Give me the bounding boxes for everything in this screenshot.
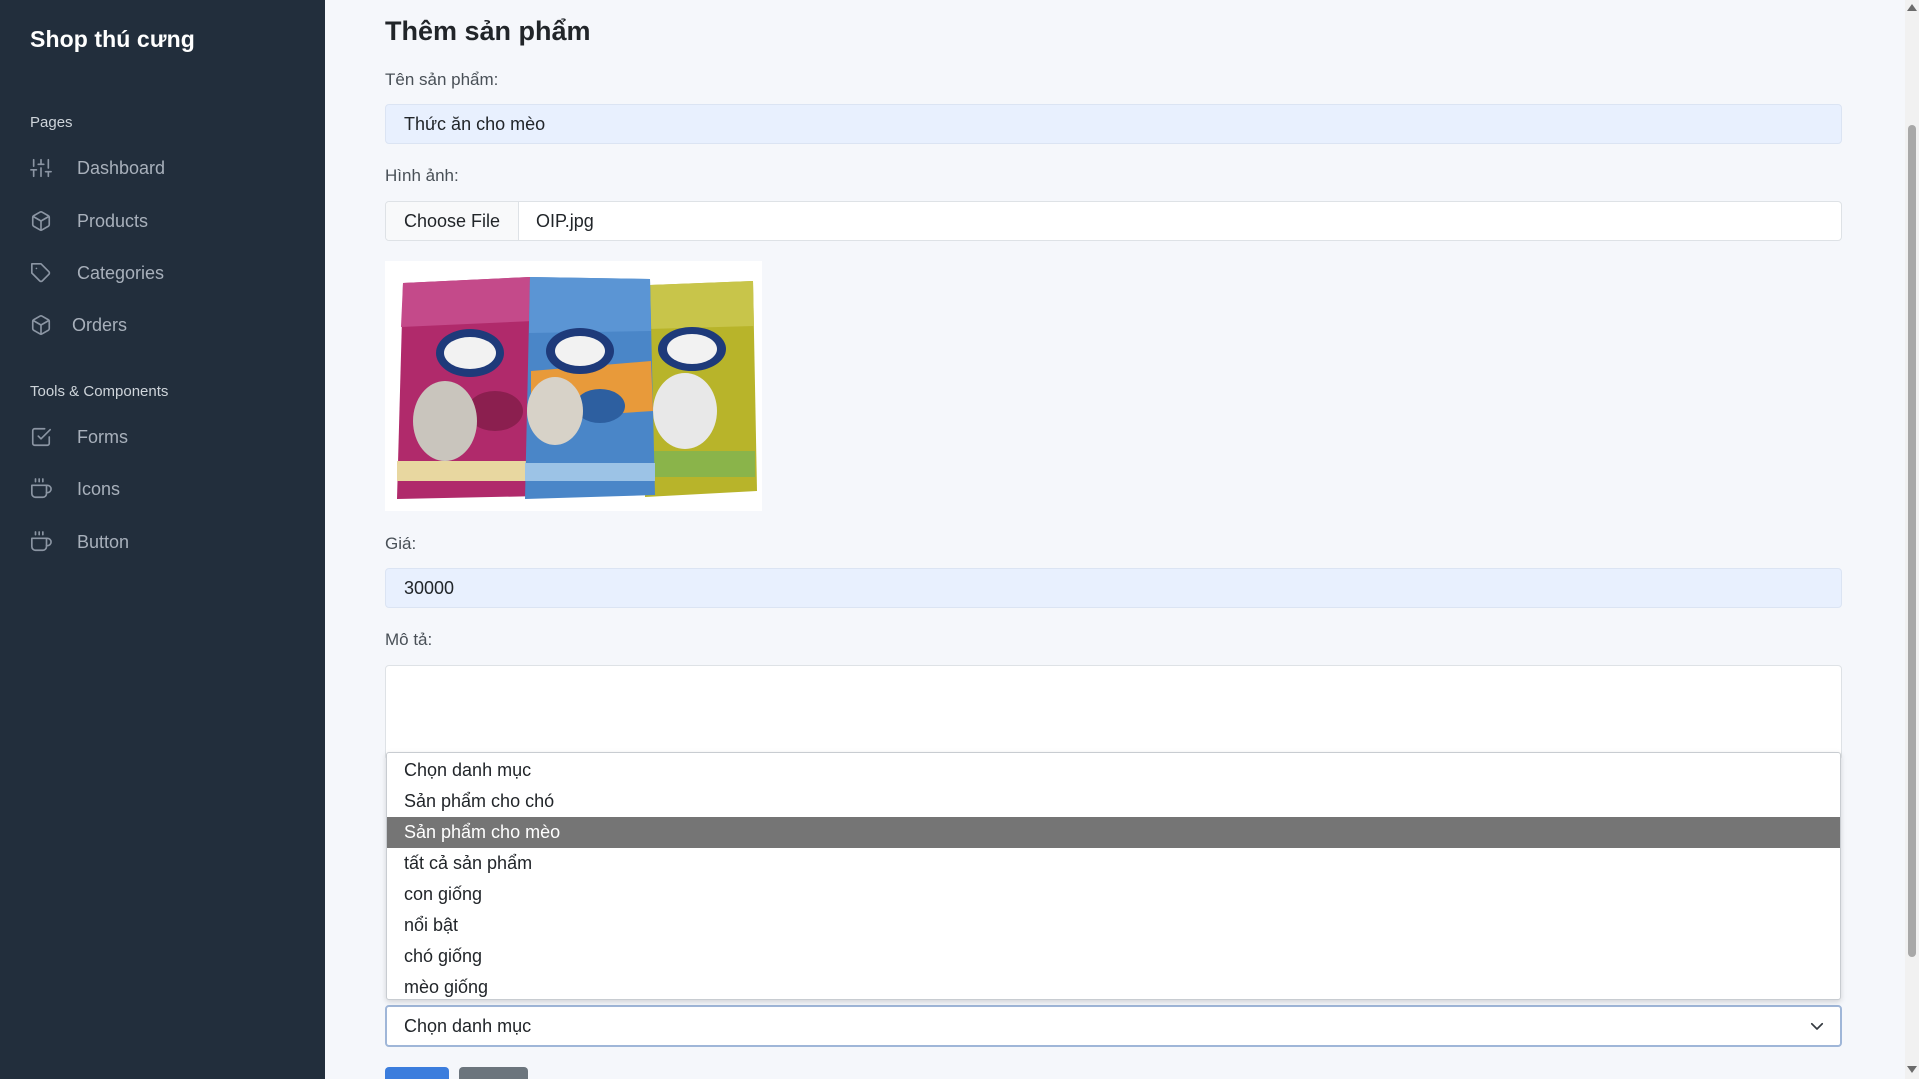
scroll-thumb[interactable]	[1908, 125, 1916, 957]
category-select[interactable]: Chọn danh mục	[385, 1005, 1842, 1047]
sidebar-item-label: Products	[77, 210, 149, 231]
price-label: Giá:	[385, 534, 417, 553]
category-option[interactable]: nổi bật	[387, 910, 1840, 941]
sidebar-item-categories[interactable]: Categories	[30, 253, 310, 293]
page-scrollbar[interactable]	[1905, 0, 1919, 1079]
sidebar-item-dashboard[interactable]: Dashboard	[30, 148, 310, 188]
category-option[interactable]: con giống	[387, 879, 1840, 910]
sliders-icon	[30, 156, 62, 180]
main-content: Thêm sản phẩm Tên sản phẩm: Thức ăn cho …	[325, 0, 1905, 1079]
description-textarea[interactable]	[385, 665, 1842, 760]
coffee-icon	[30, 477, 62, 501]
page-title: Thêm sản phẩm	[385, 16, 591, 46]
submit-button[interactable]	[385, 1067, 449, 1079]
sidebar-item-forms[interactable]: Forms	[30, 417, 310, 457]
brand-title[interactable]: Shop thú cưng	[30, 26, 195, 53]
product-image-preview	[385, 261, 762, 511]
category-option[interactable]: Sản phẩm cho chó	[387, 786, 1840, 817]
price-input[interactable]: 30000	[385, 568, 1842, 608]
sidebar-item-orders[interactable]: Orders	[30, 305, 310, 345]
sidebar-section-pages: Pages	[30, 114, 73, 131]
sidebar-item-label: Dashboard	[77, 157, 166, 178]
category-dropdown-list[interactable]: Chọn danh mục Sản phẩm cho chó Sản phẩm …	[386, 752, 1841, 1000]
package-icon	[30, 209, 62, 233]
choose-file-button[interactable]: Choose File	[386, 202, 520, 240]
category-option[interactable]: mèo giống	[387, 972, 1840, 1003]
product-name-input[interactable]: Thức ăn cho mèo	[385, 104, 1842, 144]
check-square-icon	[30, 425, 62, 449]
product-name-label: Tên sản phẩm:	[385, 70, 499, 89]
category-option[interactable]: chó giống	[387, 941, 1840, 972]
category-select-value: Chọn danh mục	[404, 1015, 532, 1036]
sidebar-item-label: Orders	[72, 314, 128, 335]
category-option[interactable]: Chọn danh mục	[387, 755, 1840, 786]
cat-food-bags-image	[385, 261, 762, 511]
sidebar-item-label: Forms	[77, 426, 128, 447]
sidebar-section-tools: Tools & Components	[30, 383, 169, 400]
cancel-button[interactable]	[459, 1067, 528, 1079]
sidebar-item-label: Icons	[77, 478, 121, 499]
category-option[interactable]: tất cả sản phẩm	[387, 848, 1840, 879]
sidebar-item-icons[interactable]: Icons	[30, 469, 310, 509]
tag-icon	[30, 261, 62, 285]
sidebar-item-button[interactable]: Button	[30, 522, 310, 562]
sidebar-item-label: Categories	[77, 262, 165, 283]
sidebar-item-products[interactable]: Products	[30, 201, 310, 241]
image-file-input[interactable]: Choose File OIP.jpg	[385, 201, 1842, 241]
category-option-highlighted[interactable]: Sản phẩm cho mèo	[387, 817, 1840, 848]
scroll-down-arrow-icon[interactable]	[1907, 1066, 1917, 1073]
image-label: Hình ảnh:	[385, 166, 459, 185]
coffee-icon	[30, 530, 62, 554]
package-icon	[30, 313, 62, 337]
description-label: Mô tả:	[385, 630, 433, 649]
sidebar: Shop thú cưng Pages Dashboard Products C…	[0, 0, 325, 1079]
chevron-down-icon	[1808, 1017, 1826, 1035]
file-name: OIP.jpg	[536, 210, 594, 231]
scroll-up-arrow-icon[interactable]	[1907, 4, 1917, 11]
sidebar-item-label: Button	[77, 531, 130, 552]
